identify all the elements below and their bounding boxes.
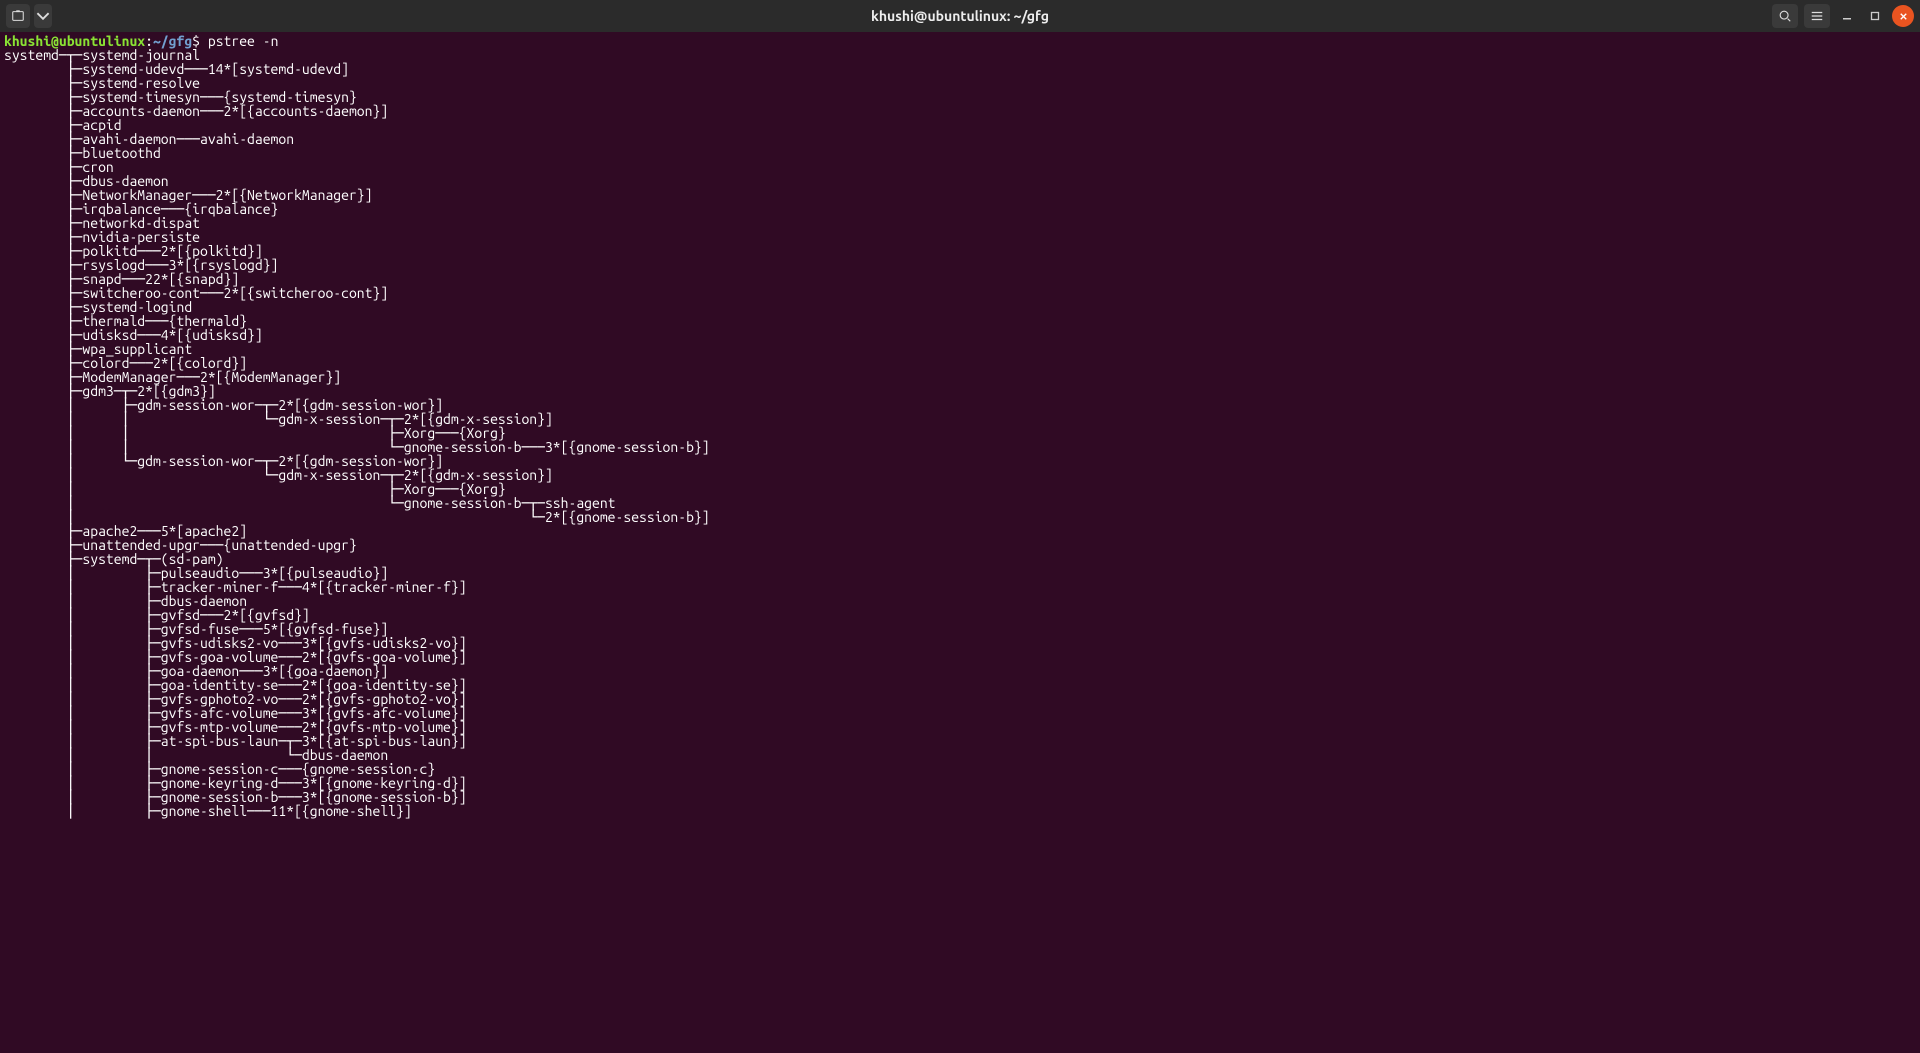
titlebar-right: [1772, 4, 1914, 28]
tab-dropdown-button[interactable]: [34, 4, 52, 28]
chevron-down-icon: [36, 9, 50, 23]
titlebar: khushi@ubuntulinux: ~/gfg: [0, 0, 1920, 32]
window-title: khushi@ubuntulinux: ~/gfg: [0, 8, 1920, 24]
terminal-tab-icon: [11, 9, 25, 23]
minimize-button[interactable]: [1836, 5, 1858, 27]
maximize-icon: [1869, 10, 1881, 22]
command-text: pstree -n: [208, 33, 279, 49]
close-icon: [1898, 11, 1909, 22]
pstree-output: systemd─┬─systemd-journal ├─systemd-udev…: [4, 47, 710, 819]
hamburger-menu-button[interactable]: [1804, 4, 1830, 28]
hamburger-icon: [1810, 9, 1824, 23]
new-tab-button[interactable]: [6, 4, 30, 28]
maximize-button[interactable]: [1864, 5, 1886, 27]
search-button[interactable]: [1772, 4, 1798, 28]
titlebar-left: [6, 4, 52, 28]
search-icon: [1778, 9, 1792, 23]
close-button[interactable]: [1892, 5, 1914, 27]
terminal-area[interactable]: khushi@ubuntulinux:~/gfg$ pstree -n syst…: [0, 32, 1920, 820]
minimize-icon: [1841, 10, 1853, 22]
